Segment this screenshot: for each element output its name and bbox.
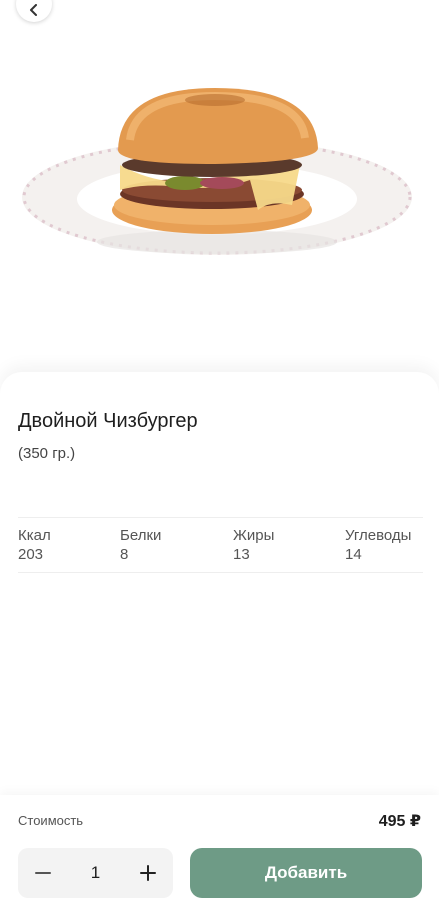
chevron-left-icon	[30, 4, 37, 16]
minus-icon	[35, 872, 51, 874]
quantity-value: 1	[90, 863, 101, 882]
nutrition-label: Белки	[120, 527, 162, 544]
increase-button[interactable]	[123, 848, 173, 898]
product-image	[0, 0, 439, 390]
nutrition-protein: Белки 8	[120, 527, 161, 564]
quantity-stepper: 1	[18, 848, 173, 898]
burger-on-plate-image	[22, 88, 412, 255]
nutrition-fat: Жиры 13	[233, 527, 274, 564]
nutrition-label: Жиры	[233, 527, 275, 544]
add-to-cart-button[interactable]: Добавить	[190, 848, 422, 898]
decrease-button[interactable]	[18, 848, 68, 898]
nutrition-carbs: Углеводы 14	[345, 527, 411, 564]
nutrition-label: Ккал	[18, 527, 51, 544]
nutrition-value: 8	[120, 546, 129, 563]
nutrition-value: 14	[345, 546, 362, 563]
nutrition-label: Углеводы	[345, 527, 412, 544]
product-weight: (350 гр.)	[18, 445, 76, 462]
nutrition-table: Ккал 203 Белки 8 Жиры 13 Углеводы 14	[18, 517, 423, 573]
cost-value: 495 ₽	[378, 813, 421, 830]
nutrition-kcal: Ккал 203	[18, 527, 51, 564]
nutrition-value: 203	[18, 546, 44, 563]
nutrition-value: 13	[233, 546, 250, 563]
plus-icon	[140, 865, 156, 881]
product-title: Двойной Чизбургер	[18, 410, 198, 432]
cost-label: Стоимость	[18, 813, 84, 828]
